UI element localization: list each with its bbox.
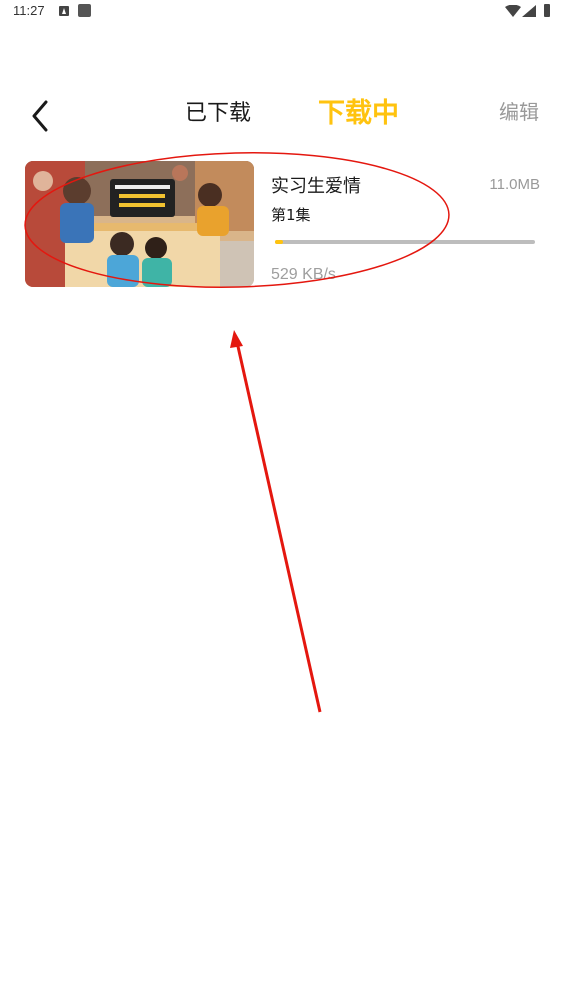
annotation-arrow-line xyxy=(235,341,322,713)
tab-downloaded[interactable]: 已下载 xyxy=(185,88,251,140)
notification-square-icon xyxy=(78,4,91,17)
download-progress-fill xyxy=(275,240,283,244)
video-thumbnail xyxy=(25,161,254,287)
chevron-left-icon xyxy=(32,100,48,132)
download-item[interactable]: 实习生爱情 11.0MB 第1集 529 KB/s xyxy=(25,161,540,287)
download-size: 11.0MB xyxy=(489,176,540,193)
status-indicators xyxy=(505,3,551,19)
signal-icon xyxy=(522,5,536,17)
back-button[interactable] xyxy=(26,94,56,134)
video-thumbnail-image xyxy=(25,161,254,287)
annotation-arrowhead xyxy=(230,330,243,348)
status-bar: 11:27 xyxy=(0,0,565,24)
download-title: 实习生爱情 xyxy=(271,176,361,197)
accessibility-notification-icon xyxy=(59,6,69,16)
status-time: 11:27 xyxy=(13,3,45,18)
wifi-icon xyxy=(505,5,521,17)
download-episode: 第1集 xyxy=(271,206,311,224)
annotation-overlay xyxy=(24,152,450,713)
tab-downloading[interactable]: 下载中 xyxy=(318,88,399,140)
top-navigation: 已下载 下载中 编辑 xyxy=(0,88,565,140)
edit-button[interactable]: 编辑 xyxy=(499,88,539,140)
download-speed: 529 KB/s xyxy=(271,266,336,283)
battery-icon xyxy=(544,4,550,17)
download-progress-bar xyxy=(275,240,535,244)
